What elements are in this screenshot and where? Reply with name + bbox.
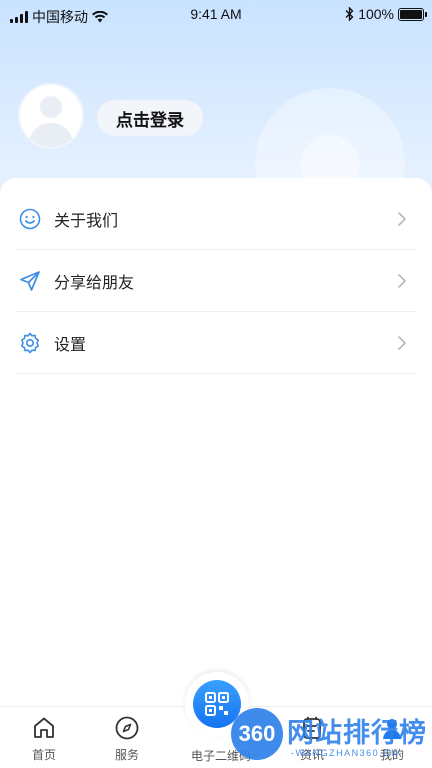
tab-label: 我的	[379, 748, 404, 762]
news-icon	[303, 716, 321, 739]
gear-icon	[18, 331, 42, 355]
tab-label: 电子二维码	[190, 749, 251, 763]
default-user-avatar-icon	[28, 96, 74, 147]
menu-item-settings[interactable]: 设置	[16, 312, 416, 374]
menu-card: 关于我们 分享给朋友 设置	[0, 178, 432, 718]
status-right: 100%	[345, 6, 427, 22]
menu-item-label: 关于我们	[54, 212, 119, 230]
tab-label: 首页	[31, 748, 56, 762]
status-bar: 中国移动 9:41 AM 100%	[0, 0, 432, 30]
menu-item-label: 设置	[54, 336, 87, 354]
qr-code-icon	[193, 680, 241, 728]
user-icon	[383, 719, 401, 739]
tab-home[interactable]: 首页	[4, 707, 84, 768]
tab-news[interactable]: 资讯	[272, 707, 352, 768]
login-button[interactable]: 点击登录	[97, 100, 203, 136]
chevron-right-icon	[398, 335, 406, 350]
chevron-right-icon	[398, 273, 406, 288]
bluetooth-icon	[345, 7, 354, 21]
send-icon	[18, 269, 42, 293]
profile-screen: 中国移动 9:41 AM 100% 点击登录 关于我们 分享给朋友 设置 首页 …	[0, 0, 432, 768]
tab-label: 资讯	[299, 748, 324, 762]
tab-mine[interactable]: 我的	[352, 707, 432, 768]
chevron-right-icon	[398, 211, 406, 226]
menu-item-about-us[interactable]: 关于我们	[16, 188, 416, 250]
menu-item-label: 分享给朋友	[54, 274, 135, 292]
battery-icon	[398, 7, 427, 21]
compass-icon	[115, 716, 139, 740]
home-icon	[34, 717, 54, 738]
qr-code-button[interactable]	[185, 672, 249, 736]
menu-item-share[interactable]: 分享给朋友	[16, 250, 416, 312]
tab-services[interactable]: 服务	[87, 707, 167, 768]
avatar[interactable]	[18, 83, 84, 149]
battery-percent: 100%	[358, 6, 394, 22]
smiley-icon	[18, 207, 42, 231]
tab-label: 服务	[114, 748, 139, 762]
